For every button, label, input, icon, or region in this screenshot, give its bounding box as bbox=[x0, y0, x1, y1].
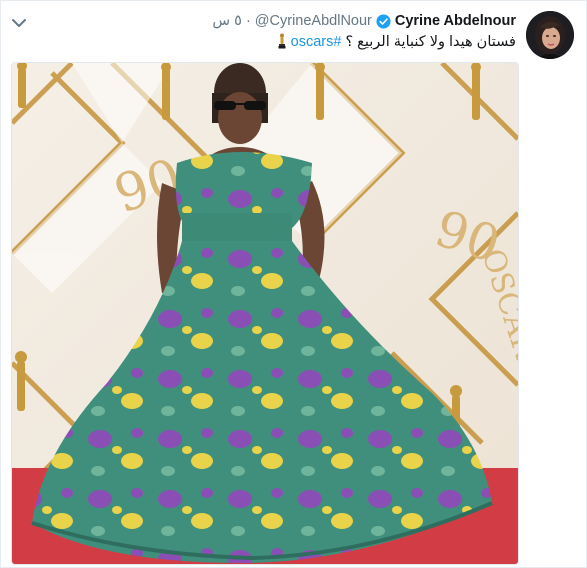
avatar[interactable] bbox=[526, 11, 574, 59]
tweet-text-body: فستان هيدا ولا كنباية الربيع ؟ bbox=[345, 34, 516, 50]
tweet-text: فستان هيدا ولا كنباية الربيع ؟ #oscars bbox=[275, 33, 516, 50]
photo-image: 90 90 OSCARS bbox=[12, 63, 518, 564]
verified-badge-icon bbox=[376, 13, 391, 29]
separator: · bbox=[245, 13, 251, 29]
author-name[interactable]: Cyrine Abdelnour bbox=[395, 13, 516, 29]
tweet-card: Cyrine Abdelnour @CyrineAbdlNour · ٥ س ف… bbox=[0, 0, 587, 568]
hashtag-link[interactable]: #oscars bbox=[291, 34, 342, 50]
author-handle[interactable]: @CyrineAbdlNour bbox=[255, 13, 372, 29]
tweet-photo[interactable]: 90 90 OSCARS bbox=[11, 62, 519, 565]
oscar-statuette-icon bbox=[278, 33, 286, 49]
tweet-header: Cyrine Abdelnour @CyrineAbdlNour · ٥ س bbox=[212, 13, 516, 29]
timestamp[interactable]: ٥ س bbox=[212, 13, 242, 29]
chevron-down-icon[interactable] bbox=[11, 15, 27, 31]
avatar-image bbox=[526, 11, 574, 59]
